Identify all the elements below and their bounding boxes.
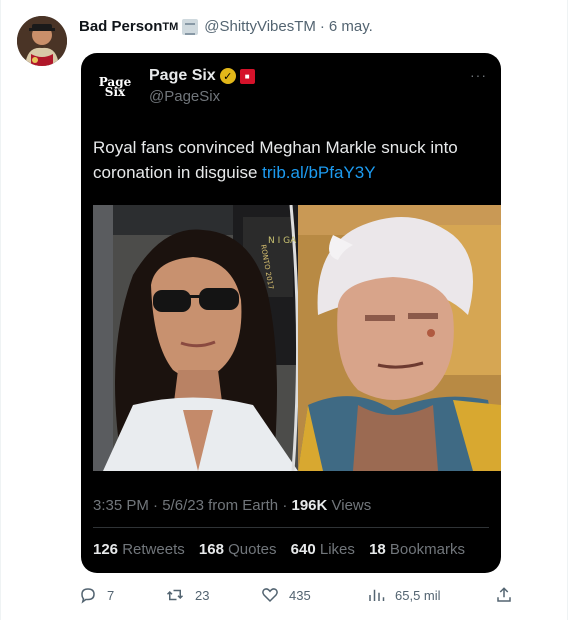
likes-count: 640 <box>290 541 316 558</box>
retweet-button[interactable]: 23 <box>165 586 209 604</box>
media-sign-text: N I GA <box>268 236 297 246</box>
emoji-badge-icon <box>182 18 199 35</box>
reply-count: 7 <box>107 587 115 603</box>
stat-bookmarks[interactable]: 18 Bookmarks <box>369 541 465 558</box>
card-divider <box>93 527 489 528</box>
bookmarks-count: 18 <box>369 541 386 558</box>
tweet-meta: 3:35 PM · 5/6/23 from Earth · 196K Views <box>93 497 371 514</box>
tweet-header: Bad Person TM @ShittyVibesTM · 6 may. <box>79 18 373 35</box>
views-button[interactable]: 65,5 mil <box>367 586 441 604</box>
card-display-name[interactable]: Page Six <box>149 67 216 85</box>
likes-label: Likes <box>319 541 355 558</box>
tweet-time[interactable]: 3:35 PM <box>93 497 149 514</box>
retweets-label: Retweets <box>122 541 185 558</box>
reply-button[interactable]: 7 <box>79 586 114 604</box>
share-icon <box>497 587 511 602</box>
tweet-source: from Earth <box>208 497 279 514</box>
stat-likes[interactable]: 640 Likes <box>291 541 355 558</box>
tweet-full-date[interactable]: 5/6/23 <box>162 497 204 514</box>
affiliate-badge-icon: ■ <box>239 68 255 84</box>
tweet-actions-bar: 7 23 435 65,5 mil <box>79 586 519 610</box>
user-avatar[interactable] <box>17 16 67 66</box>
bookmarks-label: Bookmarks <box>389 541 465 558</box>
tweet-date[interactable]: 6 may. <box>329 18 373 35</box>
retweets-count: 126 <box>93 541 119 558</box>
tweet-media-image[interactable]: RONTO 2017 N I GA <box>93 205 501 471</box>
verified-gold-icon: ✓ <box>219 68 236 84</box>
card-header: Page Six ✓ ■ @PageSix <box>149 67 255 105</box>
user-handle[interactable]: @ShittyVibesTM <box>204 18 316 35</box>
embedded-tweet-card[interactable]: Page Six Page Six ✓ ■ @PageSix ··· Royal… <box>81 53 501 573</box>
like-count: 435 <box>289 587 311 603</box>
retweet-count: 23 <box>195 587 210 603</box>
views-chart-icon <box>369 589 385 601</box>
share-button[interactable] <box>495 586 523 604</box>
retweet-icon <box>166 589 184 601</box>
engagement-stats: 126 Retweets 168 Quotes 640 Likes 18 Boo… <box>93 541 475 558</box>
reply-icon <box>81 588 95 604</box>
display-name-suffix[interactable]: TM <box>162 21 178 33</box>
like-button[interactable]: 435 <box>261 586 311 604</box>
page-six-avatar[interactable]: Page Six <box>95 69 135 109</box>
views-count: 196K <box>291 497 328 514</box>
card-tweet-text: Royal fans convinced Meghan Markle snuck… <box>93 135 493 185</box>
stat-retweets[interactable]: 126 Retweets <box>93 541 185 558</box>
meta-dot-1: · <box>153 497 163 514</box>
views-label: Views <box>331 497 372 514</box>
heart-icon <box>262 588 278 603</box>
quotes-label: Quotes <box>228 541 277 558</box>
separator-dot: · <box>319 18 325 35</box>
tweet-container: Bad Person TM @ShittyVibesTM · 6 may. Pa… <box>0 0 568 620</box>
stat-quotes[interactable]: 168 Quotes <box>199 541 277 558</box>
display-name[interactable]: Bad Person <box>79 18 162 35</box>
more-options-icon[interactable]: ··· <box>470 67 487 83</box>
card-handle[interactable]: @PageSix <box>149 88 255 105</box>
quotes-count: 168 <box>198 541 224 558</box>
card-link[interactable]: trib.al/bPfaY3Y <box>262 163 375 182</box>
views-action-count: 65,5 mil <box>395 587 441 603</box>
